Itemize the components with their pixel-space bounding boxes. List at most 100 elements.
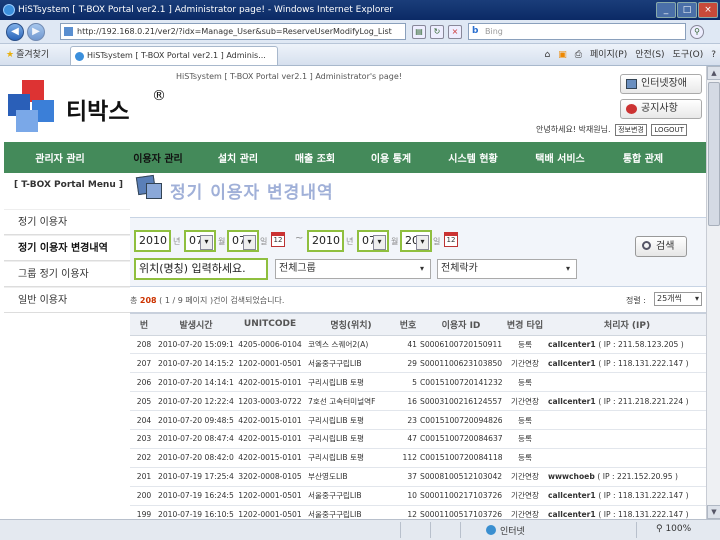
tool-safety[interactable]: 안전(S) [635, 48, 664, 62]
profile-button[interactable]: 정보변경 [615, 124, 647, 136]
zoom-level[interactable]: ⚲ 100% [656, 524, 691, 534]
compat-icon[interactable]: ▤ [412, 25, 426, 39]
star-icon: ★ [6, 50, 15, 60]
table-cell: 203 [130, 429, 158, 449]
search-input[interactable]: b Bing [468, 23, 686, 40]
result-count-number: 208 [139, 296, 157, 305]
table-cell: 코엑스 스퀘어2(A) [306, 335, 396, 355]
table-row[interactable]: 199 2010-07-19 16:10:58 1202-0001-0501 서울중구… [130, 505, 706, 519]
gnav-control[interactable]: 통합 관제 [602, 150, 684, 165]
to-month-select[interactable]: 07 [357, 230, 389, 252]
table-cell: 2010-07-20 08:47:43 [158, 429, 234, 449]
locker-select[interactable]: 전체락카 [437, 259, 577, 279]
help-icon[interactable]: ? [711, 48, 716, 62]
label-day: 일 [260, 237, 268, 246]
gnav-install[interactable]: 설치 관리 [200, 150, 276, 165]
window-titlebar: HiSTsystem [ T-BOX Portal ver2.1 ] Admin… [0, 0, 720, 20]
from-day-select[interactable]: 07 [227, 230, 259, 252]
table-body: 208 2010-07-20 15:09:11 4205-0006-0104 코엑스 … [130, 335, 706, 519]
handler-ip: ( IP : 118.131.222.147 ) [598, 491, 689, 501]
forward-button[interactable]: ▶ [27, 23, 45, 41]
col-handler: 처리자 (IP) [548, 312, 706, 336]
table-row[interactable]: 208 2010-07-20 15:09:11 4205-0006-0104 코엑스 … [130, 335, 706, 355]
group-select[interactable]: 전체그룹 [275, 259, 431, 279]
bing-icon: b [472, 26, 479, 36]
handler-cell [548, 429, 706, 449]
from-month-select[interactable]: 07 [184, 230, 216, 252]
table-row[interactable]: 206 2010-07-20 14:14:13 4202-0015-0101 구리시립… [130, 372, 706, 393]
to-year-field[interactable]: 2010 [307, 230, 344, 252]
table-row[interactable]: 205 2010-07-20 12:22:44 1203-0003-0722 7호선 … [130, 391, 706, 412]
table-row[interactable]: 202 2010-07-20 08:42:03 4202-0015-0101 구리시립… [130, 448, 706, 468]
stop-icon[interactable]: × [448, 25, 462, 39]
table-row[interactable]: 203 2010-07-20 08:47:43 4202-0015-0101 구리시립… [130, 429, 706, 449]
sidebar-item-group-users[interactable]: 그룹 정기 이용자 [4, 261, 130, 287]
label-day-2: 일 [433, 237, 441, 246]
col-user-id: 이용자 ID [420, 312, 502, 336]
sidebar-item-regular-users[interactable]: 정기 이용자 [4, 209, 130, 235]
table-cell: S0008100512103042 [420, 467, 502, 487]
notice-button[interactable]: 공지사항 [620, 99, 702, 119]
table-cell: 2010-07-19 16:24:57 [158, 486, 234, 506]
table-cell: 4202-0015-0101 [234, 410, 306, 430]
notice-icon [626, 104, 637, 114]
table-row[interactable]: 200 2010-07-19 16:24:57 1202-0001-0501 서울중구… [130, 486, 706, 506]
from-calendar-icon[interactable]: 12 [271, 232, 285, 247]
scroll-down-icon[interactable]: ▼ [707, 505, 720, 519]
gnav-users[interactable]: 이용자 관리 [116, 150, 200, 165]
table-cell: S0001100217103726 [420, 486, 502, 506]
range-tilde: ~ [295, 233, 304, 244]
security-zone[interactable]: 인터넷 [486, 524, 525, 537]
maximize-button[interactable]: □ [677, 2, 697, 18]
table-cell: 2010-07-20 15:09:11 [158, 335, 234, 355]
fault-button[interactable]: 인터넷장애 [620, 74, 702, 94]
table-cell: 2010-07-19 17:25:47 [158, 467, 234, 487]
tool-page[interactable]: 페이지(P) [590, 48, 627, 62]
home-icon[interactable]: ⌂ [545, 48, 551, 62]
scroll-up-icon[interactable]: ▲ [707, 66, 720, 80]
search-go-icon[interactable]: ⚲ [690, 25, 704, 39]
table-cell: 199 [130, 505, 158, 519]
table-cell: 205 [130, 391, 158, 412]
scroll-thumb[interactable] [708, 82, 720, 226]
table-cell: 23 [396, 410, 420, 430]
ie-logo-icon [3, 4, 15, 16]
favorites-button[interactable]: ★ 즐겨찾기 [6, 48, 49, 62]
sidebar-item-regular-changes[interactable]: 정기 이용자 변경내역 [4, 235, 130, 261]
to-day-select[interactable]: 20 [400, 230, 432, 252]
browser-tab[interactable]: HiSTsystem [ T-BOX Portal ver2.1 ] Admin… [70, 46, 278, 65]
print-icon[interactable]: ⎙ [575, 48, 582, 62]
page-icon [64, 27, 73, 36]
table-cell: 기간연장 [502, 505, 548, 519]
close-window-button[interactable]: × [698, 2, 718, 18]
gnav-admin[interactable]: 관리자 관리 [4, 150, 116, 165]
tool-tools[interactable]: 도구(O) [673, 48, 704, 62]
handler-cell: wwwchoeb ( IP : 221.152.20.95 ) [548, 467, 706, 487]
sidebar-item-general-users[interactable]: 일반 이용자 [4, 287, 130, 313]
table-row[interactable]: 204 2010-07-20 09:48:57 4202-0015-0101 구리시립… [130, 410, 706, 430]
back-button[interactable]: ◀ [6, 23, 24, 41]
table-row[interactable]: 207 2010-07-20 14:15:20 1202-0001-0501 서울중구… [130, 353, 706, 374]
refresh-icon[interactable]: ↻ [430, 25, 444, 39]
logout-button[interactable]: LOGOUT [651, 124, 687, 136]
vertical-scrollbar[interactable]: ▲ ▼ [706, 66, 720, 519]
from-year-field[interactable]: 2010 [134, 230, 171, 252]
location-input[interactable]: 위치(명칭) 입력하세요. [134, 258, 268, 280]
minimize-button[interactable]: _ [656, 2, 676, 18]
gnav-delivery[interactable]: 택배 서비스 [518, 150, 602, 165]
table-cell: 7호선 고속터미널역F [306, 391, 396, 412]
table-cell: S0001100623103850 [420, 353, 502, 374]
search-button[interactable]: 검색 [635, 236, 687, 257]
handler-cell: callcenter1 ( IP : 211.218.221.224 ) [548, 391, 706, 412]
to-calendar-icon[interactable]: 12 [444, 232, 458, 247]
welcome-area: 안녕하세요! 박재원님. 정보변경 LOGOUT [536, 124, 687, 136]
table-row[interactable]: 201 2010-07-19 17:25:47 3202-0008-0105 부산영도… [130, 467, 706, 487]
feed-icon[interactable]: ▣ [558, 48, 567, 62]
table-cell: 208 [130, 335, 158, 355]
gnav-system[interactable]: 시스템 현황 [428, 150, 518, 165]
gnav-stats[interactable]: 이용 통계 [354, 150, 428, 165]
table-cell: 29 [396, 353, 420, 374]
address-bar[interactable]: http://192.168.0.21/ver2/?idx=Manage_Use… [60, 23, 406, 40]
sort-select[interactable]: 25개씩 [654, 292, 702, 306]
gnav-sales[interactable]: 매출 조회 [276, 150, 354, 165]
